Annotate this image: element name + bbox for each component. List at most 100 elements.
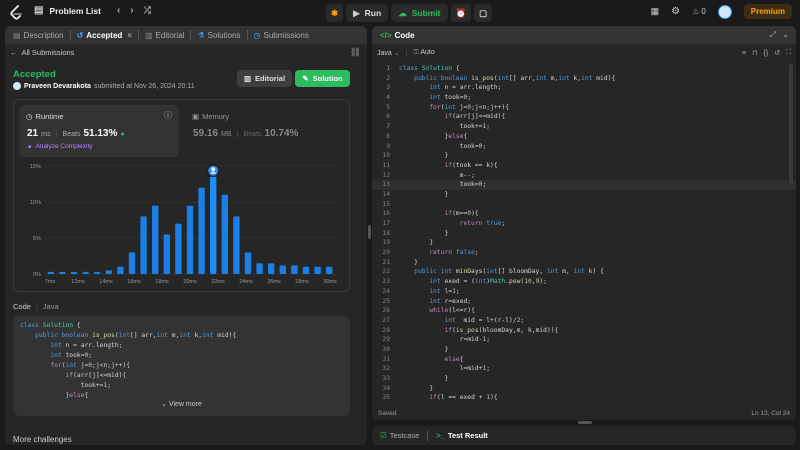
submit-button[interactable]: ☁ Submit — [391, 4, 448, 22]
shuffle-icon[interactable]: ⤮ — [144, 5, 151, 16]
runtime-bar[interactable] — [47, 271, 54, 274]
code-line[interactable]: 19 } — [372, 238, 796, 248]
runtime-bar[interactable] — [256, 263, 263, 274]
editorial-button[interactable]: ▥ Editorial — [237, 70, 292, 87]
code-line[interactable]: 35 if(l == exed + 1){ — [372, 393, 796, 402]
code-line[interactable]: 5 for(int j=0;j<n;j++){ — [372, 103, 796, 113]
runtime-bar[interactable] — [140, 216, 147, 274]
code-line[interactable]: 17 return true; — [372, 219, 796, 229]
reset-icon[interactable]: ↺ — [774, 49, 780, 57]
code-line[interactable]: 2 public boolean is_pos(int[] arr,int m,… — [372, 74, 796, 84]
auto-mode-toggle[interactable]: ⚿ Auto — [413, 49, 434, 57]
collapse-icon[interactable]: ⌄ — [782, 30, 789, 39]
code-line[interactable]: 27 int mid = l+(r-l)/2; — [372, 316, 796, 326]
avatar[interactable] — [717, 4, 732, 19]
code-line[interactable]: 25 int r=exed; — [372, 297, 796, 307]
runtime-bar[interactable] — [244, 252, 252, 274]
settings-gear-icon[interactable]: ⚙ — [671, 6, 680, 17]
tab-test-result[interactable]: >_ Test Result — [434, 431, 489, 440]
runtime-bar[interactable] — [175, 223, 182, 274]
runtime-bar[interactable] — [82, 271, 89, 274]
editor-scrollbar[interactable] — [789, 64, 793, 184]
prev-problem-icon[interactable]: ‹ — [117, 5, 120, 16]
tab-solutions[interactable]: ⚗ Solutions — [195, 31, 242, 40]
close-tab-icon[interactable]: × — [127, 31, 132, 40]
streak-group[interactable]: ♨ 0 — [692, 7, 706, 16]
runtime-bar[interactable] — [326, 266, 333, 274]
code-line[interactable]: 32 l=mid+1; — [372, 364, 796, 374]
maximize-icon[interactable]: ⤢ — [770, 30, 776, 40]
problem-list-link[interactable]: Problem List — [49, 6, 100, 16]
runtime-bar[interactable] — [94, 271, 101, 274]
code-line[interactable]: 33 } — [372, 374, 796, 384]
runtime-bar[interactable] — [117, 266, 124, 274]
runtime-bar[interactable] — [59, 271, 66, 274]
analyze-complexity-link[interactable]: ✦ Analyze Complexity — [27, 143, 93, 151]
panel-resize-handle[interactable] — [368, 225, 371, 239]
tab-description[interactable]: ▤ Description — [11, 31, 66, 40]
language-select[interactable]: Java ⌄ — [377, 49, 400, 57]
code-line[interactable]: 29 r=mid-1; — [372, 335, 796, 345]
code-line[interactable]: 18 } — [372, 229, 796, 239]
layout-icon[interactable]: ▦ — [651, 6, 660, 17]
tab-submissions[interactable]: ◷ Submissions — [252, 31, 311, 40]
code-line[interactable]: 14 } — [372, 190, 796, 200]
code-line[interactable]: 31 else{ — [372, 355, 796, 365]
runtime-bar[interactable] — [279, 265, 286, 274]
code-line[interactable]: 30 } — [372, 345, 796, 355]
runtime-bar[interactable] — [233, 216, 240, 274]
runtime-bar[interactable] — [268, 263, 275, 274]
code-line[interactable]: 8 }else{ — [372, 132, 796, 142]
runtime-bar[interactable] — [152, 205, 159, 274]
tab-testcase[interactable]: ☑ Testcase — [378, 431, 421, 440]
code-line[interactable]: 6 if(arr[j]<=mid){ — [372, 112, 796, 122]
tab-accepted[interactable]: ↺ Accepted × — [75, 31, 134, 40]
code-line[interactable]: 12 m--; — [372, 171, 796, 181]
runtime-card[interactable]: ◷ Runtime ⓘ 21 ms | Beats 51.13% ● ✦ Analy… — [19, 105, 179, 157]
vertical-resize-handle[interactable] — [578, 421, 592, 424]
share-link-icon[interactable]: ⛓ — [350, 47, 361, 58]
runtime-bar[interactable] — [291, 265, 298, 274]
code-line[interactable]: 24 int l=1; — [372, 287, 796, 297]
code-line[interactable]: 1 class Solution { — [372, 64, 796, 74]
code-line[interactable]: 21 } — [372, 258, 796, 268]
runtime-distribution-chart[interactable]: 15% 10% 5% 0% 7ms 12ms 14ms 16ms 18ms 20ms 22ms 24m… — [15, 160, 345, 288]
view-more-button[interactable]: ⌄ View more — [13, 400, 350, 408]
code-line[interactable]: 34 } — [372, 384, 796, 394]
runtime-bar[interactable] — [198, 187, 205, 274]
bookmark-icon[interactable]: ⊓ — [752, 49, 757, 57]
code-line[interactable]: 23 int exed = (int)Math.pow(10,9); — [372, 277, 796, 287]
runtime-bar[interactable] — [186, 205, 194, 274]
runtime-bar[interactable] — [70, 271, 78, 274]
runtime-bar[interactable] — [128, 252, 136, 274]
premium-button[interactable]: Premium — [743, 4, 792, 19]
tab-editorial[interactable]: ▥ Editorial — [143, 31, 186, 40]
debug-button[interactable]: ✱ — [326, 4, 344, 22]
code-line[interactable]: 11 if(took == k){ — [372, 161, 796, 171]
runtime-bar[interactable] — [210, 176, 217, 274]
code-line[interactable]: 22 public int minDays(int[] bloomDay, in… — [372, 267, 796, 277]
solution-button[interactable]: ✎ Solution — [295, 70, 350, 87]
code-line[interactable]: 20 return false; — [372, 248, 796, 258]
tab-code[interactable]: </> Code — [378, 31, 417, 40]
code-line[interactable]: 13 took=0; — [372, 180, 796, 190]
code-line[interactable]: 15 — [372, 200, 796, 210]
code-line[interactable]: 9 took=0; — [372, 142, 796, 152]
memory-card[interactable]: ▣ Memory 59.16 MB | Beats 10.74% — [185, 105, 345, 157]
leetcode-logo[interactable] — [9, 5, 23, 21]
problem-list-icon[interactable]: ▤ — [34, 5, 43, 16]
code-line[interactable]: 16 if(m==0){ — [372, 209, 796, 219]
code-editor[interactable]: 1 class Solution {2 public boolean is_pos… — [372, 64, 796, 402]
user-avatar[interactable] — [13, 82, 21, 90]
code-line[interactable]: 7 took+=1; — [372, 122, 796, 132]
format-icon[interactable]: ≡ — [742, 50, 746, 57]
runtime-bar[interactable] — [314, 266, 321, 274]
code-line[interactable]: 4 int took=0; — [372, 93, 796, 103]
next-problem-icon[interactable]: › — [130, 5, 133, 16]
runtime-bar[interactable] — [105, 270, 112, 274]
info-icon[interactable]: ⓘ — [164, 110, 172, 121]
code-line[interactable]: 10 } — [372, 151, 796, 161]
timer-button[interactable]: ⏰ — [450, 4, 472, 22]
code-line[interactable]: 28 if(is_pos(bloomDay,m, k,mid)){ — [372, 326, 796, 336]
runtime-bar[interactable] — [163, 234, 170, 274]
